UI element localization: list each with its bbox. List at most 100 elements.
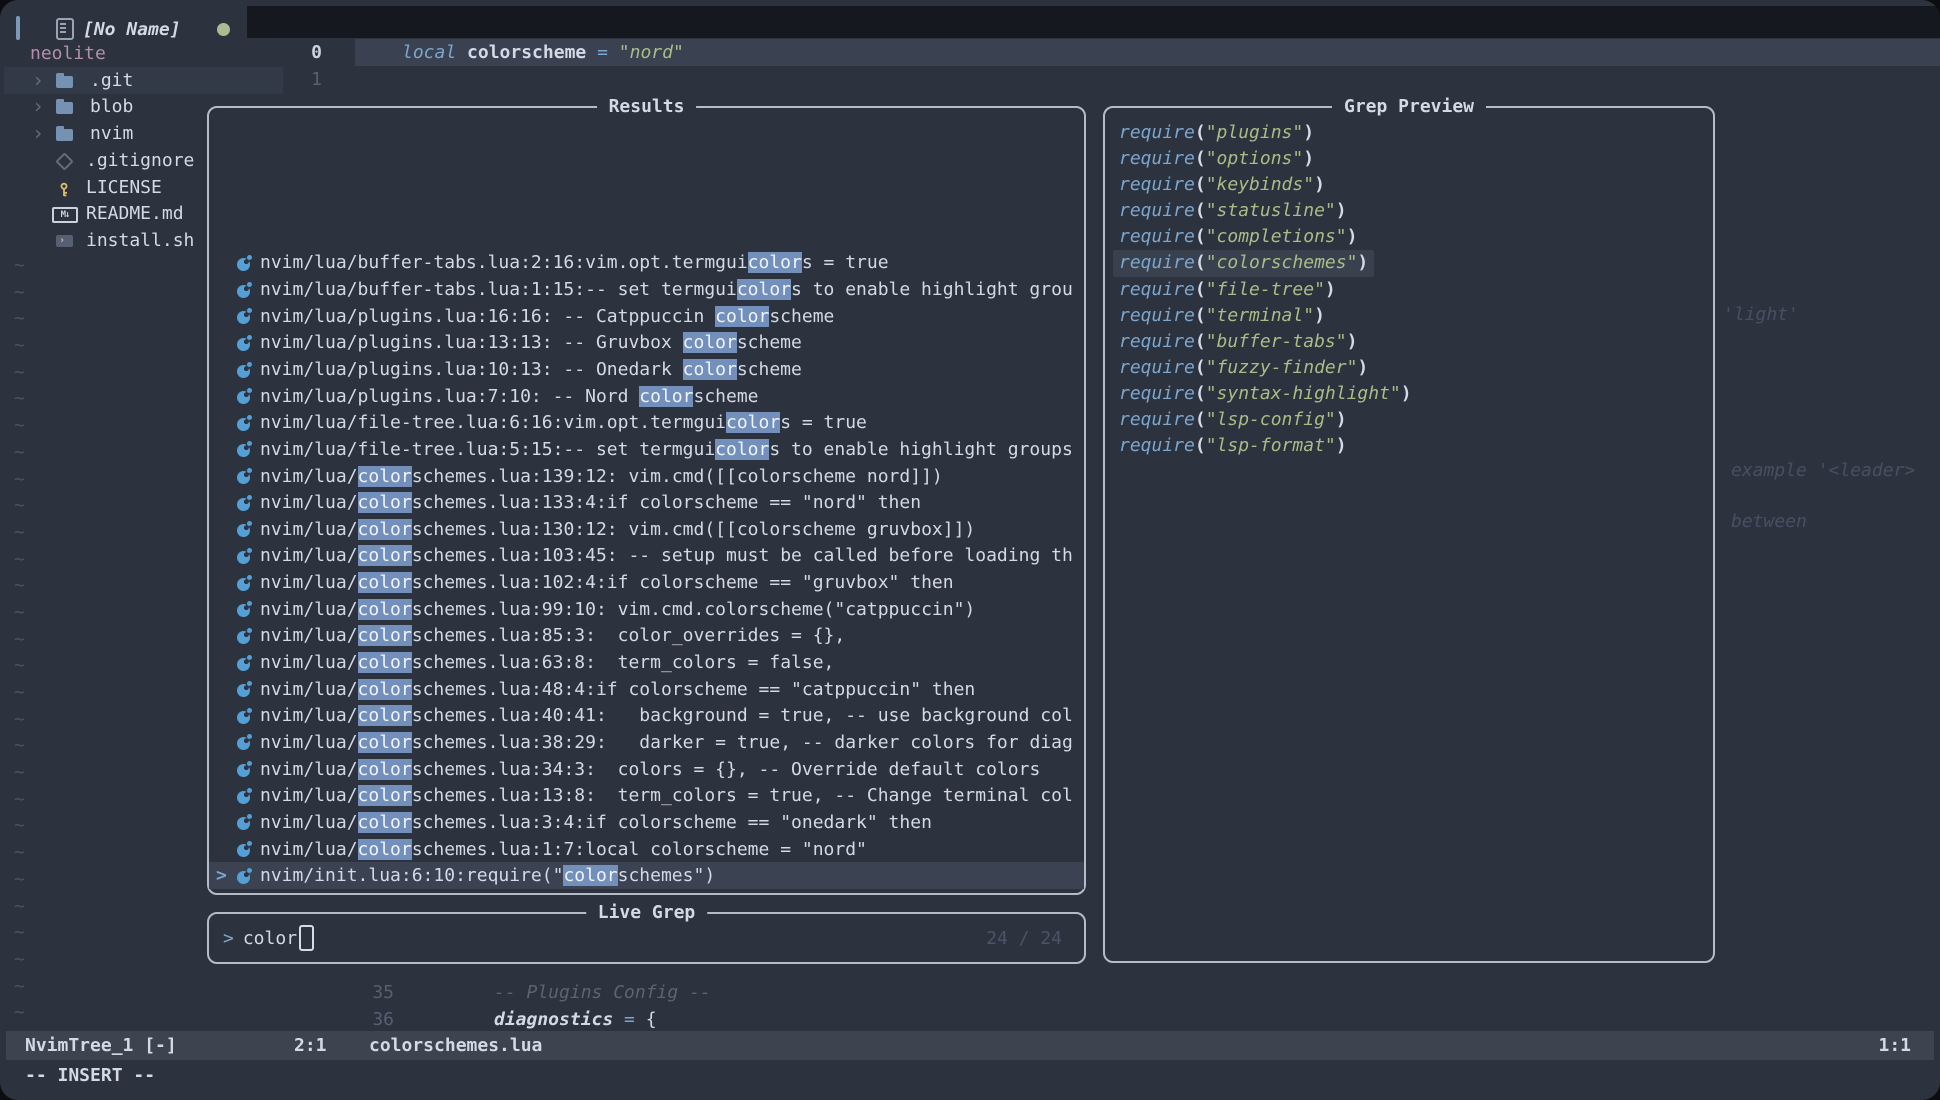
- empty-line-marker: ~: [14, 813, 44, 840]
- result-text: nvim/lua/colorschemes.lua:3:4:if colorsc…: [260, 812, 1084, 833]
- lua-file-icon: [237, 575, 253, 591]
- terminal-icon: ›: [56, 235, 73, 247]
- text-cursor: [299, 925, 314, 951]
- preview-line: require("file-tree"): [1113, 277, 1342, 303]
- result-text: nvim/lua/buffer-tabs.lua:1:15:-- set ter…: [260, 279, 1084, 300]
- preview-line: require("plugins"): [1113, 120, 1320, 146]
- empty-line-marker: ~: [14, 947, 44, 974]
- result-row[interactable]: nvim/lua/colorschemes.lua:63:8: term_col…: [209, 649, 1084, 676]
- folder-icon: [56, 102, 73, 114]
- result-row[interactable]: nvim/lua/colorschemes.lua:85:3: color_ov…: [209, 623, 1084, 650]
- open-paren: (: [1195, 357, 1206, 378]
- file-tree-root-label: neolite: [30, 40, 106, 67]
- code-token: local: [402, 42, 456, 63]
- open-paren: (: [1195, 305, 1206, 326]
- result-row[interactable]: nvim/lua/colorschemes.lua:139:12: vim.cm…: [209, 463, 1084, 490]
- result-row[interactable]: nvim/lua/file-tree.lua:5:15:-- set termg…: [209, 436, 1084, 463]
- lua-file-icon: [237, 601, 253, 617]
- match-highlight: color: [639, 386, 693, 407]
- empty-line-marker: ~: [14, 573, 44, 600]
- empty-line-marker: ~: [14, 386, 44, 413]
- live-grep-input[interactable]: > color 24 / 24: [209, 914, 1084, 962]
- line-number-1: 1: [284, 66, 322, 93]
- terminal-window: [No Name] 0 local colorscheme = "nord" 1…: [0, 0, 1940, 1100]
- require-keyword: require: [1119, 252, 1195, 273]
- results-list: nvim/lua/buffer-tabs.lua:2:16:vim.opt.te…: [209, 108, 1084, 889]
- statusline-filename: colorschemes.lua: [369, 1031, 542, 1060]
- result-row[interactable]: nvim/lua/colorschemes.lua:40:41: backgro…: [209, 703, 1084, 730]
- close-paren: ): [1336, 435, 1347, 456]
- match-highlight: color: [358, 679, 412, 700]
- match-highlight: color: [358, 812, 412, 833]
- result-row[interactable]: nvim/lua/plugins.lua:10:13: -- Onedark c…: [209, 356, 1084, 383]
- line-number-36: 36: [340, 1006, 394, 1033]
- module-string: "syntax-highlight": [1206, 383, 1401, 404]
- require-keyword: require: [1119, 305, 1195, 326]
- empty-line-marker: ~: [14, 467, 44, 494]
- result-row[interactable]: nvim/lua/colorschemes.lua:130:12: vim.cm…: [209, 516, 1084, 543]
- file-icon: [56, 18, 74, 40]
- live-grep-query: color: [243, 928, 297, 949]
- lua-file-icon: [237, 362, 253, 378]
- empty-line-marker: ~: [14, 920, 44, 947]
- tree-item-label: LICENSE: [86, 174, 162, 201]
- empty-line-marker: ~: [14, 547, 44, 574]
- open-paren: (: [1195, 252, 1206, 273]
- tree-item-label: nvim: [90, 120, 133, 147]
- result-row[interactable]: >nvim/init.lua:6:10:require("colorscheme…: [209, 862, 1084, 889]
- result-text: nvim/lua/file-tree.lua:6:16:vim.opt.term…: [260, 412, 1084, 433]
- result-text: nvim/lua/colorschemes.lua:99:10: vim.cmd…: [260, 599, 1084, 620]
- result-row[interactable]: nvim/lua/colorschemes.lua:34:3: colors =…: [209, 756, 1084, 783]
- close-paren: ): [1314, 305, 1325, 326]
- line-number-35: 35: [340, 979, 394, 1006]
- result-row[interactable]: nvim/lua/file-tree.lua:6:16:vim.opt.term…: [209, 409, 1084, 436]
- lua-file-icon: [237, 841, 253, 857]
- preview-line: require("buffer-tabs"): [1113, 329, 1363, 355]
- key-icon: [56, 179, 72, 195]
- result-text: nvim/lua/plugins.lua:10:13: -- Onedark c…: [260, 359, 1084, 380]
- result-row[interactable]: nvim/lua/colorschemes.lua:102:4:if color…: [209, 569, 1084, 596]
- result-row[interactable]: nvim/lua/buffer-tabs.lua:1:15:-- set ter…: [209, 276, 1084, 303]
- statusline-buffer-name: NvimTree_1 [-]: [25, 1031, 177, 1060]
- match-highlight: color: [726, 412, 780, 433]
- buffer-tab[interactable]: [No Name]: [56, 15, 230, 43]
- preview-line: require("colorschemes"): [1113, 250, 1374, 276]
- code-token: diagnostics: [494, 1009, 613, 1030]
- result-row[interactable]: nvim/lua/plugins.lua:13:13: -- Gruvbox c…: [209, 330, 1084, 357]
- preview-line: require("statusline"): [1113, 198, 1353, 224]
- result-row[interactable]: nvim/lua/buffer-tabs.lua:2:16:vim.opt.te…: [209, 250, 1084, 277]
- result-row[interactable]: nvim/lua/colorschemes.lua:48:4:if colors…: [209, 676, 1084, 703]
- result-row[interactable]: nvim/lua/colorschemes.lua:99:10: vim.cmd…: [209, 596, 1084, 623]
- results-window: Results nvim/lua/buffer-tabs.lua:2:16:vi…: [207, 106, 1086, 895]
- result-row[interactable]: nvim/lua/colorschemes.lua:13:8: term_col…: [209, 782, 1084, 809]
- close-paren: ): [1303, 122, 1314, 143]
- lua-file-icon: [237, 548, 253, 564]
- result-row[interactable]: nvim/lua/plugins.lua:16:16: -- Catppucci…: [209, 303, 1084, 330]
- preview-line: require("syntax-highlight"): [1113, 381, 1418, 407]
- tree-item-.git[interactable]: ›.git: [4, 67, 283, 94]
- result-row[interactable]: nvim/lua/plugins.lua:7:10: -- Nord color…: [209, 383, 1084, 410]
- background-text-fragment: 'light': [1723, 302, 1799, 328]
- empty-line-marker: ~: [14, 1000, 44, 1027]
- result-text: nvim/lua/colorschemes.lua:48:4:if colors…: [260, 679, 1084, 700]
- code-token: =: [613, 1009, 646, 1030]
- match-highlight: color: [563, 865, 617, 886]
- result-row[interactable]: nvim/lua/colorschemes.lua:38:29: darker …: [209, 729, 1084, 756]
- empty-line-marker: ~: [14, 707, 44, 734]
- result-row[interactable]: nvim/lua/colorschemes.lua:1:7:local colo…: [209, 836, 1084, 863]
- code-token: colorscheme: [467, 42, 586, 63]
- result-row[interactable]: nvim/lua/colorschemes.lua:3:4:if colorsc…: [209, 809, 1084, 836]
- match-highlight: color: [683, 332, 737, 353]
- close-paren: ): [1347, 331, 1358, 352]
- tree-item-label: blob: [90, 93, 133, 120]
- module-string: "colorschemes": [1206, 252, 1358, 273]
- match-highlight: color: [358, 519, 412, 540]
- module-string: "statusline": [1206, 200, 1336, 221]
- lua-file-icon: [237, 388, 253, 404]
- lua-file-icon: [237, 415, 253, 431]
- result-row[interactable]: nvim/lua/colorschemes.lua:103:45: -- set…: [209, 543, 1084, 570]
- code-token: "nord": [619, 42, 684, 63]
- file-tree-root: neolite: [4, 40, 283, 67]
- result-row[interactable]: nvim/lua/colorschemes.lua:133:4:if color…: [209, 489, 1084, 516]
- statusline: NvimTree_1 [-] 2:1 colorschemes.lua 1:1: [6, 1031, 1934, 1060]
